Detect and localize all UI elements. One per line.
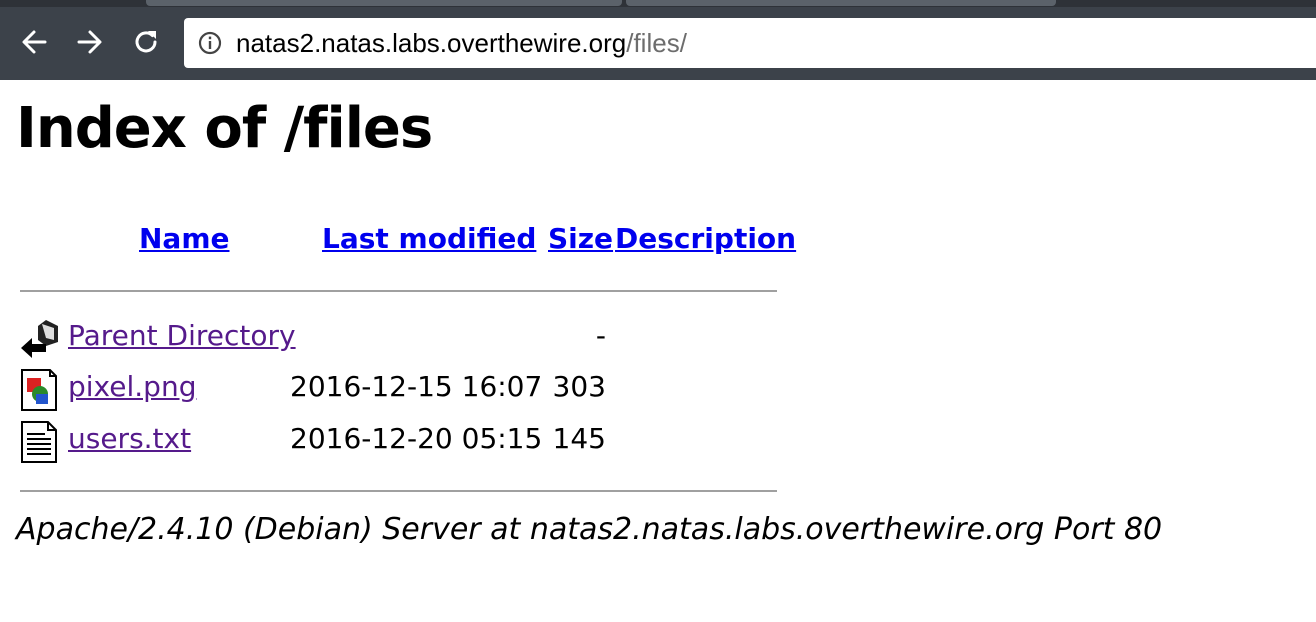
row-size: - [595,319,606,352]
divider-top [20,290,777,292]
parent-directory-link[interactable]: Parent Directory [68,319,296,353]
row-last-modified: 2016-12-15 16:07 [290,370,543,403]
file-link[interactable]: users.txt [68,422,191,456]
server-signature: Apache/2.4.10 (Debian) Server at natas2.… [16,512,1163,547]
text-file-icon [21,421,57,463]
row-last-modified: 2016-12-20 05:15 [290,422,543,455]
image-file-icon [21,369,57,411]
back-icon [21,320,58,358]
column-header-last-modified[interactable]: Last modified [322,222,536,256]
file-link[interactable]: pixel.png [68,370,196,404]
column-header-size[interactable]: Size [548,222,613,256]
row-size: 303 [552,370,606,403]
column-header-description[interactable]: Description [615,222,796,256]
row-size: 145 [552,422,606,455]
divider-bottom [20,490,777,492]
column-header-name[interactable]: Name [139,222,230,256]
